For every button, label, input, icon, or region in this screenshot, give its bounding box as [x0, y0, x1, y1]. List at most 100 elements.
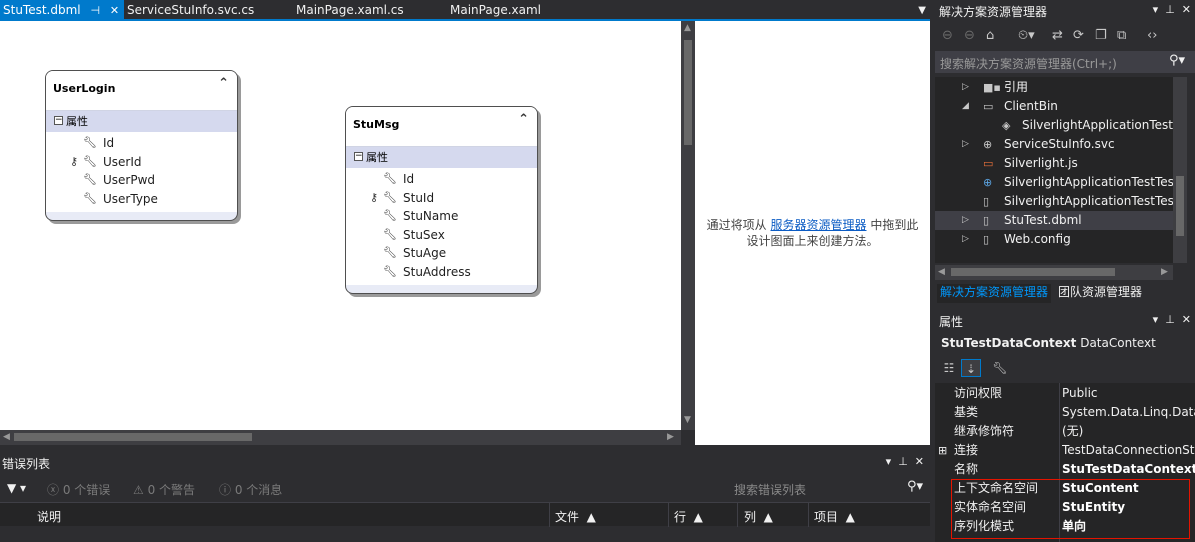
refresh-icon[interactable]: ⟳: [1073, 28, 1084, 43]
entity-property[interactable]: 🔧︎ StuAge: [346, 244, 537, 263]
expand-arrow-icon[interactable]: ▷: [962, 230, 969, 249]
close-icon[interactable]: ✕: [915, 455, 924, 468]
properties-section-header[interactable]: − 属性: [46, 111, 237, 132]
tree-item-references[interactable]: ▷ ■▪ 引用: [935, 78, 1173, 97]
properties-section-header[interactable]: − 属性: [346, 147, 537, 168]
filter-icon[interactable]: ▼ ▾: [7, 481, 26, 495]
server-explorer-link[interactable]: 服务器资源管理器: [770, 218, 866, 232]
sync-icon[interactable]: ⇄: [1052, 28, 1063, 43]
view-code-icon[interactable]: ‹›: [1147, 28, 1157, 43]
tab-servicestuinfo-svc-cs[interactable]: ServiceStuInfo.svc.cs: [124, 0, 254, 21]
tree-item-test-html[interactable]: ▯ SilverlightApplicationTestTest: [935, 192, 1173, 211]
property-value[interactable]: Public: [1062, 384, 1195, 403]
pin-icon[interactable]: ⊥: [1165, 313, 1175, 326]
entity-userlogin[interactable]: UserLogin ⌃ − 属性 🔧︎ Id ⚷ 🔧︎ UserId 🔧︎ Us…: [45, 70, 238, 221]
collapse-arrow-icon[interactable]: ◢: [962, 97, 969, 116]
entity-property[interactable]: 🔧︎ UserType: [46, 189, 237, 208]
tree-item-web-config[interactable]: ▷ ▯ Web.config: [935, 230, 1173, 249]
search-icon[interactable]: ⚲▾: [907, 479, 923, 494]
entity-property[interactable]: 🔧︎ Id: [346, 170, 537, 189]
pin-icon[interactable]: ⊥: [1165, 3, 1175, 16]
close-icon[interactable]: ✕: [110, 0, 119, 21]
tab-stutest-dbml[interactable]: StuTest.dbml ⊣ ✕: [0, 0, 124, 21]
error-list-search-input[interactable]: 搜索错误列表 ⚲▾: [731, 479, 929, 498]
property-pages-icon[interactable]: 🔧︎: [990, 359, 1010, 377]
scroll-right-arrow-icon[interactable]: ▶: [1161, 267, 1168, 277]
dropdown-icon[interactable]: ▾: [1153, 313, 1159, 326]
designer-vertical-scroll-thumb[interactable]: [684, 40, 692, 145]
entity-property[interactable]: 🔧︎ Id: [46, 134, 237, 153]
entity-property[interactable]: 🔧︎ UserPwd: [46, 171, 237, 190]
collapse-chevron-icon[interactable]: ⌃: [218, 76, 229, 91]
column-description[interactable]: 说明: [37, 508, 61, 525]
property-value[interactable]: TestDataConnectionSt: [1062, 441, 1195, 460]
collapse-minus-icon[interactable]: −: [354, 152, 363, 161]
properties-object-selector[interactable]: StuTestDataContext DataContext: [941, 336, 1156, 350]
property-row-base-class[interactable]: 基类 System.Data.Linq.Data: [935, 403, 1195, 422]
entity-stumsg[interactable]: StuMsg ⌃ − 属性 🔧︎ Id ⚷ 🔧︎ StuId 🔧︎ StuNam…: [345, 106, 538, 294]
alphabetical-icon[interactable]: ⇣: [961, 359, 981, 377]
errors-filter-button[interactable]: ⓧ 0 个错误: [47, 481, 110, 498]
tab-mainpage-xaml[interactable]: MainPage.xaml: [447, 0, 541, 21]
scroll-up-arrow-icon[interactable]: ▲: [684, 23, 691, 33]
solution-tree-vertical-scroll-thumb[interactable]: [1176, 176, 1184, 236]
scroll-right-arrow-icon[interactable]: ▶: [667, 432, 674, 442]
expand-arrow-icon[interactable]: ▷: [962, 135, 969, 154]
tree-item-xap[interactable]: ◈ SilverlightApplicationTest.x: [935, 116, 1173, 135]
error-list-body[interactable]: [0, 527, 930, 542]
expand-plus-icon[interactable]: ⊞: [938, 441, 947, 460]
pin-icon[interactable]: ⊣: [90, 0, 100, 21]
tab-mainpage-xaml-cs[interactable]: MainPage.xaml.cs: [293, 0, 404, 21]
column-column[interactable]: 列 ▲: [744, 508, 773, 525]
tree-item-test-aspx[interactable]: ⊕ SilverlightApplicationTestTest: [935, 173, 1173, 192]
solution-explorer-search-input[interactable]: 搜索解决方案资源管理器(Ctrl+;) ⚲▾: [935, 51, 1195, 73]
collapse-minus-icon[interactable]: −: [54, 116, 63, 125]
tree-item-clientbin[interactable]: ◢ ▭ ClientBin: [935, 97, 1173, 116]
entity-property[interactable]: 🔧︎ StuSex: [346, 225, 537, 244]
history-icon[interactable]: ⏲▾: [1018, 28, 1035, 43]
forward-icon[interactable]: ⊖: [964, 28, 975, 43]
tree-item-servicestuinfo-svc[interactable]: ▷ ⊕ ServiceStuInfo.svc: [935, 135, 1173, 154]
scroll-left-arrow-icon[interactable]: ◀: [3, 432, 10, 442]
property-row-name[interactable]: 名称 StuTestDataContext: [935, 460, 1195, 479]
categorized-icon[interactable]: ☷: [939, 359, 959, 377]
messages-filter-button[interactable]: ⓘ 0 个消息: [219, 481, 282, 498]
entity-property[interactable]: ⚷ 🔧︎ StuId: [346, 188, 537, 207]
entity-property[interactable]: 🔧︎ StuName: [346, 207, 537, 226]
dbml-designer-surface[interactable]: UserLogin ⌃ − 属性 🔧︎ Id ⚷ 🔧︎ UserId 🔧︎ Us…: [0, 21, 681, 430]
property-row-connection[interactable]: ⊞ 连接 TestDataConnectionSt: [935, 441, 1195, 460]
entity-property[interactable]: ⚷ 🔧︎ UserId: [46, 152, 237, 171]
home-icon[interactable]: ⌂: [986, 28, 994, 43]
warnings-filter-button[interactable]: ⚠ 0 个警告: [133, 481, 195, 498]
dropdown-icon[interactable]: ▾: [886, 455, 892, 468]
solution-tree-horizontal-scroll-thumb[interactable]: [951, 268, 1115, 276]
collapse-all-icon[interactable]: ❐: [1095, 28, 1107, 43]
column-file[interactable]: 文件 ▲: [555, 508, 596, 525]
designer-horizontal-scroll-thumb[interactable]: [14, 433, 252, 441]
scroll-down-arrow-icon[interactable]: ▼: [684, 415, 691, 425]
entity-property[interactable]: 🔧︎ StuAddress: [346, 262, 537, 281]
collapse-chevron-icon[interactable]: ⌃: [518, 112, 529, 127]
property-value[interactable]: (无): [1062, 422, 1195, 441]
pin-icon[interactable]: ⊥: [898, 455, 908, 468]
expand-arrow-icon[interactable]: ▷: [962, 211, 969, 230]
tree-item-silverlight-js[interactable]: ▭ Silverlight.js: [935, 154, 1173, 173]
tab-team-explorer[interactable]: 团队资源管理器: [1055, 284, 1145, 303]
splitter[interactable]: [0, 445, 930, 452]
tab-overflow-dropdown-icon[interactable]: ▼: [918, 0, 926, 21]
close-icon[interactable]: ✕: [1182, 3, 1191, 16]
dropdown-icon[interactable]: ▾: [1153, 3, 1159, 16]
property-row-inheritance-modifier[interactable]: 继承修饰符 (无): [935, 422, 1195, 441]
property-value[interactable]: StuTestDataContext: [1062, 460, 1195, 479]
column-project[interactable]: 项目 ▲: [814, 508, 855, 525]
property-value[interactable]: System.Data.Linq.Data: [1062, 403, 1195, 422]
scroll-left-arrow-icon[interactable]: ◀: [938, 267, 945, 277]
tree-item-stutest-dbml[interactable]: ▷ ▯ StuTest.dbml: [935, 211, 1173, 230]
close-icon[interactable]: ✕: [1182, 313, 1191, 326]
tab-solution-explorer[interactable]: 解决方案资源管理器: [937, 284, 1052, 303]
expand-arrow-icon[interactable]: ▷: [962, 78, 969, 97]
search-icon[interactable]: ⚲▾: [1169, 53, 1185, 68]
property-row-access[interactable]: 访问权限 Public: [935, 384, 1195, 403]
show-all-files-icon[interactable]: ⧉: [1117, 28, 1126, 43]
back-icon[interactable]: ⊖: [942, 28, 953, 43]
